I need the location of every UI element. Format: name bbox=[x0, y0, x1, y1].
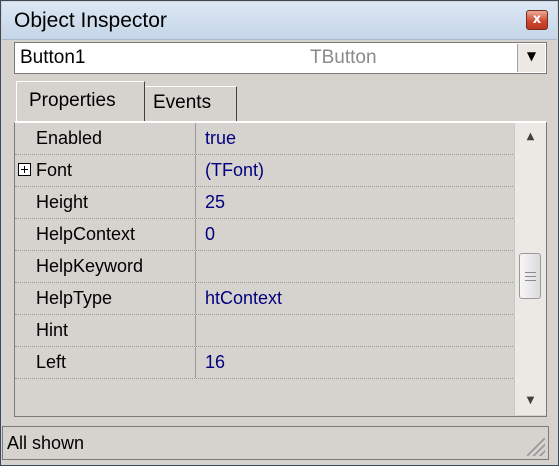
object-selector-dropdown-button[interactable]: ▼ bbox=[517, 44, 545, 72]
property-name: Hint bbox=[36, 320, 69, 340]
property-name: HelpContext bbox=[36, 224, 136, 244]
property-row-height[interactable]: Height 25 bbox=[15, 187, 515, 219]
property-name: Enabled bbox=[36, 128, 103, 148]
status-text: All shown bbox=[7, 433, 85, 453]
property-name: HelpType bbox=[36, 288, 113, 308]
plus-box-icon[interactable] bbox=[18, 163, 31, 176]
property-row-hint[interactable]: Hint bbox=[15, 315, 515, 347]
property-name: Height bbox=[36, 192, 89, 212]
property-value[interactable]: true bbox=[205, 128, 236, 149]
property-value[interactable]: 25 bbox=[205, 192, 225, 213]
property-row-helptype[interactable]: HelpType htContext bbox=[15, 283, 515, 315]
property-name-cell: Enabled bbox=[15, 123, 196, 154]
tab-properties[interactable]: Properties bbox=[16, 81, 145, 121]
property-value[interactable]: 16 bbox=[205, 352, 225, 373]
size-grip-icon[interactable] bbox=[527, 438, 545, 456]
property-value[interactable]: 0 bbox=[205, 224, 215, 245]
property-row-helpkeyword[interactable]: HelpKeyword bbox=[15, 251, 515, 283]
chevron-down-icon: ▼ bbox=[526, 49, 537, 63]
status-bar: All shown bbox=[2, 426, 549, 460]
property-row-enabled[interactable]: Enabled true bbox=[15, 123, 515, 155]
object-inspector-window: Object Inspector x Button1 TButton ▼ Pro… bbox=[0, 0, 559, 466]
property-name-cell: Left bbox=[15, 347, 196, 378]
property-value[interactable]: (TFont) bbox=[205, 160, 264, 181]
property-row-helpcontext[interactable]: HelpContext 0 bbox=[15, 219, 515, 251]
close-icon: x bbox=[532, 12, 542, 27]
thumb-grip-line bbox=[525, 276, 536, 277]
thumb-grip-line bbox=[525, 280, 536, 281]
property-name: Font bbox=[36, 160, 73, 180]
scroll-up-arrow-icon[interactable]: ▲ bbox=[515, 123, 546, 151]
title-bar[interactable]: Object Inspector x bbox=[2, 2, 557, 40]
property-name: Left bbox=[36, 352, 67, 372]
close-button[interactable]: x bbox=[526, 10, 548, 30]
property-row-left[interactable]: Left 16 bbox=[15, 347, 515, 379]
window-title: Object Inspector bbox=[14, 9, 167, 32]
property-name-cell: Hint bbox=[15, 315, 196, 346]
property-row-font[interactable]: Font (TFont) bbox=[15, 155, 515, 187]
thumb-grip-line bbox=[525, 272, 536, 273]
property-name-cell: HelpKeyword bbox=[15, 251, 196, 282]
object-selector[interactable]: Button1 TButton ▼ bbox=[14, 42, 547, 74]
property-name: HelpKeyword bbox=[36, 256, 144, 276]
property-name-cell: HelpType bbox=[15, 283, 196, 314]
vertical-scrollbar[interactable]: ▲ ▼ bbox=[514, 123, 546, 415]
property-grid: Enabled true Font (TFont) Height 25 Help… bbox=[14, 121, 547, 417]
property-name-cell: HelpContext bbox=[15, 219, 196, 250]
property-name-cell: Font bbox=[15, 155, 196, 186]
selected-object-name: Button1 bbox=[20, 47, 86, 68]
scroll-down-arrow-icon[interactable]: ▼ bbox=[515, 387, 546, 415]
property-value[interactable]: htContext bbox=[205, 288, 282, 309]
selected-object-type: TButton bbox=[310, 47, 377, 68]
property-name-cell: Height bbox=[15, 187, 196, 218]
tab-events[interactable]: Events bbox=[145, 86, 237, 121]
scroll-thumb[interactable] bbox=[519, 253, 541, 299]
